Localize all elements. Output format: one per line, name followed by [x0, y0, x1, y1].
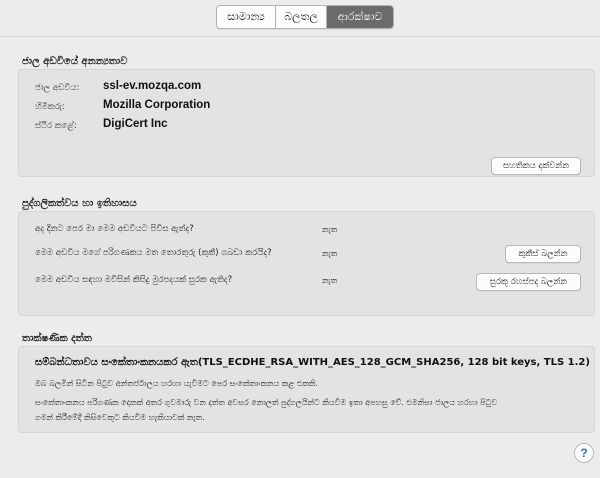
visited-before-answer: නැත — [322, 225, 338, 234]
privacy-panel: අද දිනට පෙර මා මෙම අඩවියට පිවිස ඇත්ද? නැ… — [18, 211, 595, 316]
owner-value: Mozilla Corporation — [103, 99, 211, 111]
verified-by-value: DigiCert Inc — [103, 118, 168, 130]
divider — [0, 36, 600, 37]
owner-label: හිමිකරු: — [35, 102, 65, 112]
connection-encrypted-heading: සම්බන්ධතාවය සංකේතාංකනයකර ඇත(TLS_ECDHE_RS… — [35, 357, 590, 368]
identity-section-title: ජාල අඩවියේ අනන්‍යතාව — [22, 56, 128, 67]
view-saved-passwords-button[interactable]: සුරකූ රහස්පද බලන්න — [476, 273, 581, 291]
technical-panel: සම්බන්ධතාවය සංකේතාංකනයකර ඇත(TLS_ECDHE_RS… — [18, 346, 595, 433]
encryption-note-line1: ඔබ බලමින් සිටින පිටුව අන්තර්ජාලය හරහා යැ… — [35, 379, 318, 388]
verified-by-label: ස්ථිර කළේ: — [35, 121, 77, 131]
question-mark-icon: ? — [580, 446, 588, 460]
encryption-note-line2: සංකේතාංකනය පරිගණක දෙකක් අතර ගුවමාරු වන ද… — [35, 398, 498, 407]
encryption-note-line3: ගමන් කිරීමේදී කිසිවෙකුට කියවීම හැකියාවක්… — [35, 413, 205, 422]
cookies-question: මෙම අඩවිය මගේ පරිගණකය මත තොරතුරු (කුකී) … — [35, 248, 272, 258]
visited-before-question: අද දිනට පෙර මා මෙම අඩවියට පිවිස ඇත්ද? — [35, 224, 194, 234]
view-certificate-button[interactable]: සහතිකය දක්වන්න — [491, 157, 581, 175]
technical-section-title: තාක්ෂණික දත්ත — [22, 333, 92, 344]
view-cookies-button[interactable]: කුකීස් බලන්න — [505, 245, 581, 263]
passwords-question: මෙම අඩවිය සඳහා මවිසින් කිසිදු මුරපදයක් ස… — [35, 275, 233, 285]
tab-permissions[interactable]: බලතල — [276, 6, 327, 28]
privacy-section-title: පුද්ගලිකත්වය හා ඉතිහාසය — [22, 198, 137, 209]
tab-bar: සාමාන්‍ය බලතල ආරක්ෂාව — [216, 5, 394, 29]
tab-security[interactable]: ආරක්ෂාව — [327, 6, 393, 28]
website-value: ssl-ev.mozqa.com — [103, 80, 202, 92]
identity-panel: ජාල අඩවිය: ssl-ev.mozqa.com හිමිකරු: Moz… — [18, 69, 595, 177]
cookies-answer: නැත — [322, 249, 338, 258]
passwords-answer: නැත — [322, 276, 338, 285]
help-button[interactable]: ? — [574, 443, 594, 463]
website-label: ජාල අඩවිය: — [35, 83, 80, 93]
tab-general[interactable]: සාමාන්‍ය — [217, 6, 276, 28]
